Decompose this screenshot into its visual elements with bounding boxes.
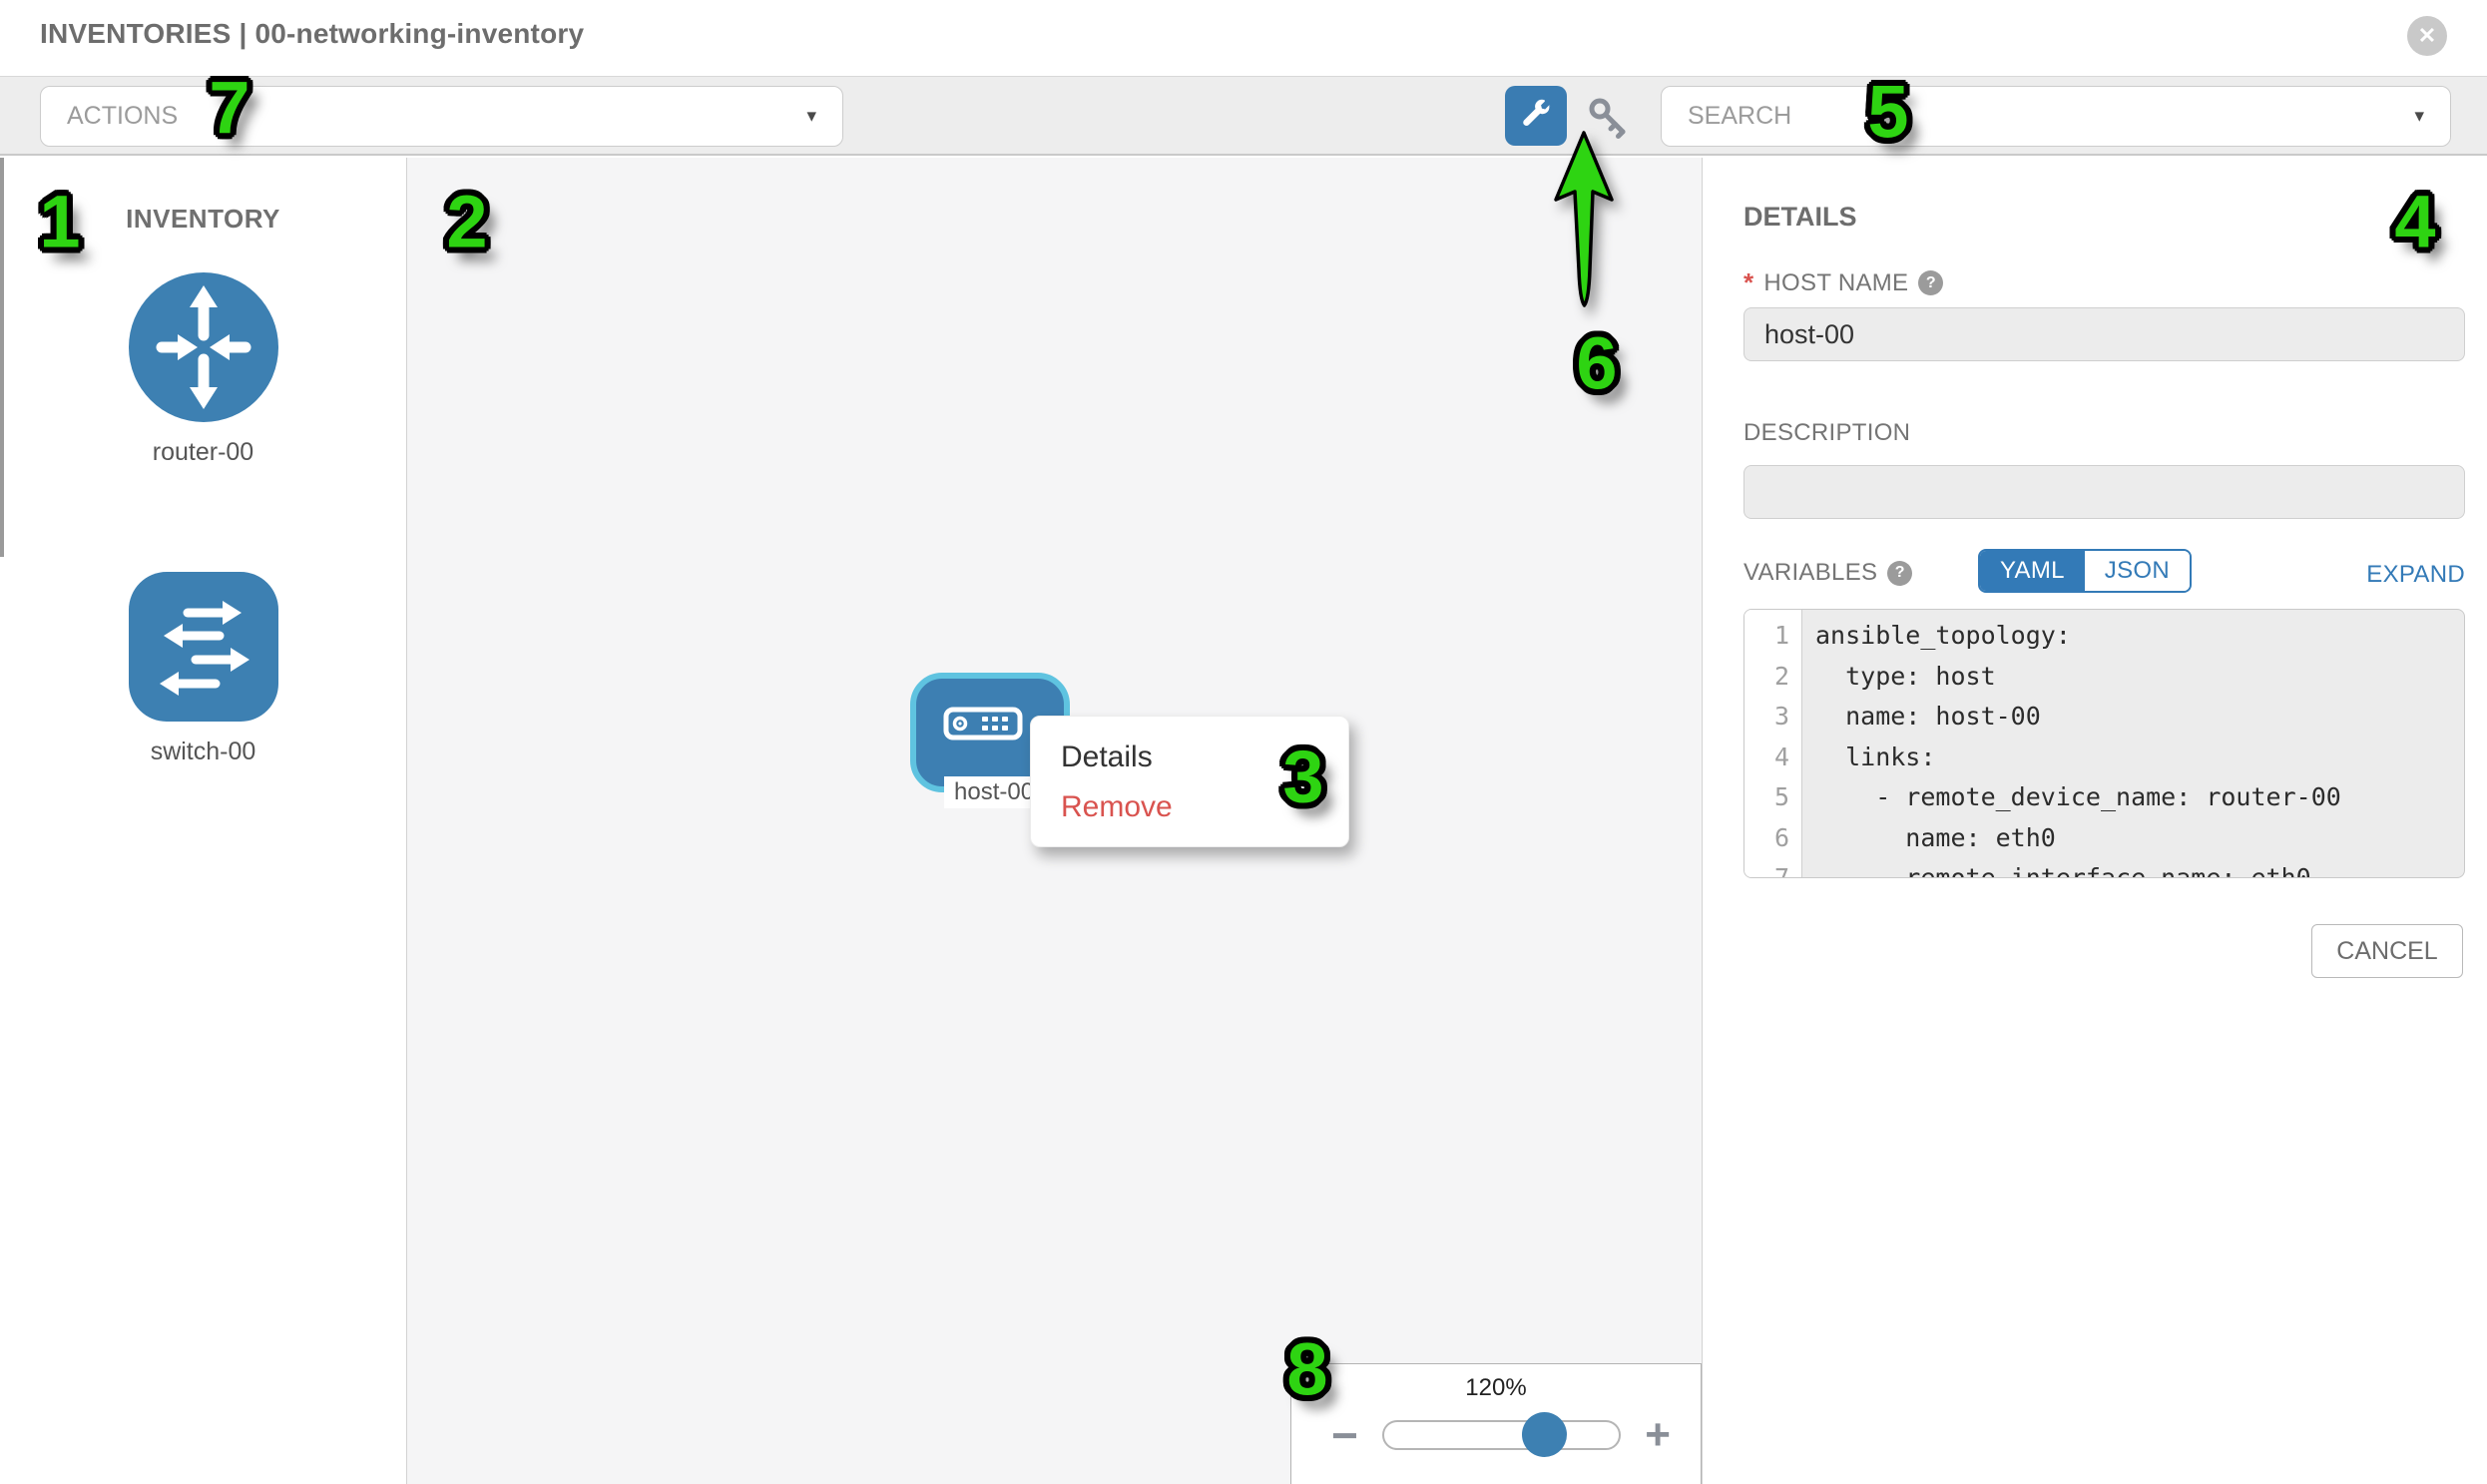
- code-line: remote_interface_name: eth0: [1815, 858, 2464, 878]
- code-line: ansible_topology:: [1815, 616, 2464, 657]
- details-panel: DETAILS * HOST NAME ? DESCRIPTION VARIAB…: [1702, 158, 2487, 1484]
- details-heading: DETAILS: [1743, 202, 1857, 233]
- zoom-slider-handle[interactable]: [1522, 1412, 1567, 1457]
- tab-yaml[interactable]: YAML: [1980, 551, 2085, 591]
- topology-canvas[interactable]: host-00 Details Remove 120% − +: [407, 158, 1702, 1484]
- host-name-label-row: * HOST NAME ?: [1743, 267, 1943, 298]
- variables-editor[interactable]: 1 2 3 4 5 6 7 ansible_topology: type: ho…: [1743, 609, 2465, 878]
- toolbar: ACTIONS ▾ SEARCH ▾: [0, 76, 2487, 156]
- search-dropdown[interactable]: SEARCH ▾: [1661, 86, 2451, 147]
- zoom-out-button[interactable]: −: [1331, 1412, 1358, 1458]
- switch-icon: [0, 571, 406, 728]
- search-dropdown-label: SEARCH: [1688, 102, 1791, 131]
- page-title: INVENTORIES | 00-networking-inventory: [40, 18, 584, 50]
- chevron-down-icon: ▾: [2414, 105, 2424, 128]
- code-line: links:: [1815, 738, 2464, 778]
- code-line: name: eth0: [1815, 818, 2464, 859]
- app-header: INVENTORIES | 00-networking-inventory ✕: [0, 0, 2487, 76]
- editor-code: ansible_topology: type: host name: host-…: [1803, 610, 2464, 877]
- variables-label: VARIABLES: [1743, 559, 1877, 587]
- code-line: name: host-00: [1815, 697, 2464, 738]
- code-line: type: host: [1815, 657, 2464, 698]
- help-icon[interactable]: ?: [1887, 561, 1912, 586]
- variables-format-toggle: YAML JSON: [1978, 549, 2192, 593]
- description-label-row: DESCRIPTION: [1743, 419, 1910, 447]
- host-name-field[interactable]: [1743, 307, 2465, 361]
- node-context-menu: Details Remove: [1030, 716, 1349, 847]
- tab-json[interactable]: JSON: [2085, 551, 2190, 591]
- palette-item-router[interactable]: router-00: [0, 271, 406, 467]
- variables-row: VARIABLES ? YAML JSON EXPAND: [1743, 559, 2465, 587]
- zoom-slider-track[interactable]: [1382, 1420, 1621, 1450]
- help-icon[interactable]: ?: [1918, 270, 1943, 295]
- palette-item-switch[interactable]: switch-00: [0, 571, 406, 766]
- description-field[interactable]: [1743, 465, 2465, 519]
- configure-tools-button[interactable]: [1505, 86, 1567, 146]
- required-marker: *: [1743, 267, 1753, 298]
- palette-item-label: switch-00: [0, 738, 406, 766]
- menu-item-details[interactable]: Details: [1031, 733, 1348, 782]
- palette-heading: INVENTORY: [0, 204, 406, 235]
- credentials-key-button[interactable]: [1585, 95, 1631, 141]
- expand-link[interactable]: EXPAND: [2366, 561, 2465, 589]
- chevron-down-icon: ▾: [806, 105, 816, 128]
- editor-gutter: 1 2 3 4 5 6 7: [1744, 610, 1802, 877]
- key-icon: [1585, 94, 1631, 143]
- cancel-button[interactable]: CANCEL: [2311, 924, 2463, 978]
- zoom-in-button[interactable]: +: [1645, 1413, 1671, 1457]
- close-icon[interactable]: ✕: [2407, 16, 2447, 56]
- palette-item-label: router-00: [0, 438, 406, 467]
- zoom-level-value: 120%: [1291, 1374, 1701, 1402]
- actions-dropdown-label: ACTIONS: [67, 102, 178, 131]
- inventory-topology-screen: INVENTORIES | 00-networking-inventory ✕ …: [0, 0, 2487, 1484]
- router-icon: [0, 271, 406, 428]
- zoom-control: 120% − +: [1290, 1363, 1702, 1484]
- wrench-icon: [1519, 98, 1553, 135]
- menu-item-remove[interactable]: Remove: [1031, 782, 1348, 832]
- inventory-palette-sidebar: INVENTORY router-00: [0, 158, 407, 1484]
- actions-dropdown[interactable]: ACTIONS ▾: [40, 86, 843, 147]
- description-label: DESCRIPTION: [1743, 419, 1910, 447]
- code-line: - remote_device_name: router-00: [1815, 777, 2464, 818]
- host-name-label: HOST NAME: [1763, 269, 1908, 297]
